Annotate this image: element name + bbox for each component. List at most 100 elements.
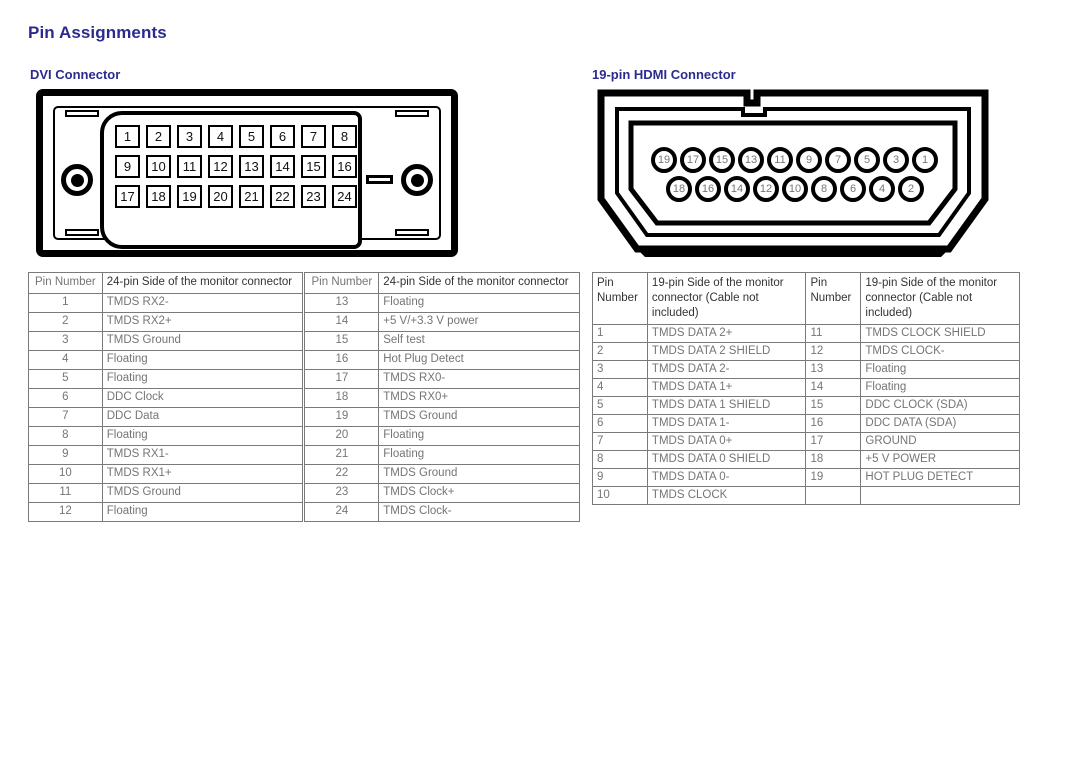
pin-number-cell: 9 bbox=[592, 468, 648, 487]
dvi-pin-7: 7 bbox=[301, 125, 326, 148]
pin-number-cell: 18 bbox=[302, 388, 380, 408]
table-row: 2 TMDS DATA 2 SHIELD 12 TMDS CLOCK- bbox=[592, 342, 1020, 361]
dvi-pin-14: 14 bbox=[270, 155, 295, 178]
pin-description-cell: Floating bbox=[101, 350, 305, 370]
dvi-pin-9: 9 bbox=[115, 155, 140, 178]
pin-number-cell: 14 bbox=[805, 378, 862, 397]
pin-description-cell bbox=[860, 486, 1020, 505]
pin-description-cell: GROUND bbox=[860, 432, 1020, 451]
dvi-col-header-pin-1: Pin Number bbox=[28, 272, 103, 294]
pin-number-cell: 8 bbox=[28, 426, 103, 446]
pin-number-cell: 9 bbox=[28, 445, 103, 465]
pin-number-cell: 10 bbox=[592, 486, 648, 505]
table-row: 1 TMDS DATA 2+ 11 TMDS CLOCK SHIELD bbox=[592, 324, 1020, 343]
pin-number-cell: 2 bbox=[592, 342, 648, 361]
dvi-pin-1: 1 bbox=[115, 125, 140, 148]
pin-number-cell: 1 bbox=[28, 293, 103, 313]
hdmi-pin-2: 2 bbox=[898, 176, 924, 202]
pin-description-cell: TMDS Ground bbox=[378, 464, 580, 484]
pin-number-cell: 19 bbox=[805, 468, 862, 487]
table-row: 6 TMDS DATA 1- 16 DDC DATA (SDA) bbox=[592, 414, 1020, 433]
pin-number-cell: 17 bbox=[805, 432, 862, 451]
pin-description-cell: TMDS DATA 1 SHIELD bbox=[646, 396, 807, 415]
pin-number-cell: 3 bbox=[28, 331, 103, 351]
pin-description-cell: TMDS RX1- bbox=[101, 445, 305, 465]
pin-number-cell: 20 bbox=[302, 426, 380, 446]
pin-number-cell: 15 bbox=[805, 396, 862, 415]
hdmi-pin-8: 8 bbox=[811, 176, 837, 202]
dvi-pin-23: 23 bbox=[301, 185, 326, 208]
pin-number-cell: 4 bbox=[28, 350, 103, 370]
pin-number-cell: 15 bbox=[302, 331, 380, 351]
hdmi-pin-row-even: 18 16 14 12 10 8 6 4 2 bbox=[666, 176, 924, 202]
dvi-latch-tab-top-left bbox=[65, 110, 99, 117]
hdmi-pin-13: 13 bbox=[738, 147, 764, 173]
dvi-pin-6: 6 bbox=[270, 125, 295, 148]
pin-number-cell: 13 bbox=[302, 293, 380, 313]
hdmi-shell-outline bbox=[597, 89, 989, 257]
hdmi-col-header-pin-1: Pin Number bbox=[592, 272, 648, 325]
dvi-connector-diagram: 1 2 3 4 5 6 7 8 9 10 11 12 13 14 15 16 17 18 19 20 21 22 23 24 bbox=[36, 89, 458, 257]
pin-description-cell: +5 V/+3.3 V power bbox=[378, 312, 580, 332]
pin-number-cell: 19 bbox=[302, 407, 380, 427]
pin-description-cell: TMDS RX0+ bbox=[378, 388, 580, 408]
table-row: 9 TMDS DATA 0- 19 HOT PLUG DETECT bbox=[592, 468, 1020, 487]
pin-number-cell: 4 bbox=[592, 378, 648, 397]
hdmi-pin-16: 16 bbox=[695, 176, 721, 202]
pin-description-cell: Floating bbox=[860, 360, 1020, 379]
pin-description-cell: TMDS Ground bbox=[101, 483, 305, 503]
hdmi-col-header-desc-2: 19-pin Side of the monitor connector (Ca… bbox=[860, 272, 1020, 325]
dvi-mounting-hole-left bbox=[61, 164, 93, 196]
pin-description-cell: TMDS Ground bbox=[101, 331, 305, 351]
pin-description-cell: TMDS DATA 1- bbox=[646, 414, 807, 433]
hdmi-pin-5: 5 bbox=[854, 147, 880, 173]
pin-number-cell: 3 bbox=[592, 360, 648, 379]
pin-description-cell: TMDS CLOCK SHIELD bbox=[860, 324, 1020, 343]
page-title: Pin Assignments bbox=[28, 23, 167, 42]
dvi-mounting-hole-right bbox=[401, 164, 433, 196]
pin-number-cell: 12 bbox=[805, 342, 862, 361]
pin-description-cell: DDC Data bbox=[101, 407, 305, 427]
dvi-pin-12: 12 bbox=[208, 155, 233, 178]
pin-number-cell: 5 bbox=[592, 396, 648, 415]
pin-number-cell: 2 bbox=[28, 312, 103, 332]
pin-description-cell: TMDS CLOCK- bbox=[860, 342, 1020, 361]
pin-description-cell: Floating bbox=[378, 445, 580, 465]
dvi-pin-8: 8 bbox=[332, 125, 357, 148]
dvi-col-header-pin-2: Pin Number bbox=[302, 272, 380, 294]
dvi-pin-15: 15 bbox=[301, 155, 326, 178]
pin-description-cell: HOT PLUG DETECT bbox=[860, 468, 1020, 487]
pin-description-cell: Self test bbox=[378, 331, 580, 351]
pin-description-cell: Floating bbox=[378, 293, 580, 313]
hdmi-pin-row-odd: 19 17 15 13 11 9 7 5 3 1 bbox=[651, 147, 938, 173]
dvi-col-header-desc-2: 24-pin Side of the monitor connector bbox=[378, 272, 580, 294]
pin-number-cell: 6 bbox=[28, 388, 103, 408]
pin-description-cell: DDC Clock bbox=[101, 388, 305, 408]
pin-description-cell: TMDS Ground bbox=[378, 407, 580, 427]
hdmi-pin-11: 11 bbox=[767, 147, 793, 173]
pin-number-cell: 6 bbox=[592, 414, 648, 433]
hdmi-pin-15: 15 bbox=[709, 147, 735, 173]
table-row: 3 TMDS DATA 2- 13 Floating bbox=[592, 360, 1020, 379]
pin-description-cell: TMDS RX0- bbox=[378, 369, 580, 389]
dvi-latch-tab-bottom-right bbox=[395, 229, 429, 236]
dvi-flat-blade-slot bbox=[366, 175, 393, 184]
dvi-pin-10: 10 bbox=[146, 155, 171, 178]
pin-description-cell: Floating bbox=[378, 426, 580, 446]
table-row: 8 Floating 20 Floating bbox=[28, 426, 580, 446]
hdmi-pin-3: 3 bbox=[883, 147, 909, 173]
pin-number-cell: 12 bbox=[28, 502, 103, 522]
table-row: 2 TMDS RX2+ 14 +5 V/+3.3 V power bbox=[28, 312, 580, 332]
pin-number-cell: 22 bbox=[302, 464, 380, 484]
pin-number-cell: 1 bbox=[592, 324, 648, 343]
dvi-latch-tab-top-right bbox=[395, 110, 429, 117]
pin-number-cell: 11 bbox=[805, 324, 862, 343]
pin-description-cell: TMDS DATA 2- bbox=[646, 360, 807, 379]
hdmi-connector-diagram: 19 17 15 13 11 9 7 5 3 1 18 16 14 12 10 8 6 4 2 bbox=[597, 89, 989, 257]
pin-description-cell: Floating bbox=[101, 502, 305, 522]
hdmi-pin-14: 14 bbox=[724, 176, 750, 202]
pin-number-cell: 13 bbox=[805, 360, 862, 379]
dvi-pin-5: 5 bbox=[239, 125, 264, 148]
table-row: 9 TMDS RX1- 21 Floating bbox=[28, 445, 580, 465]
pin-description-cell: TMDS RX1+ bbox=[101, 464, 305, 484]
